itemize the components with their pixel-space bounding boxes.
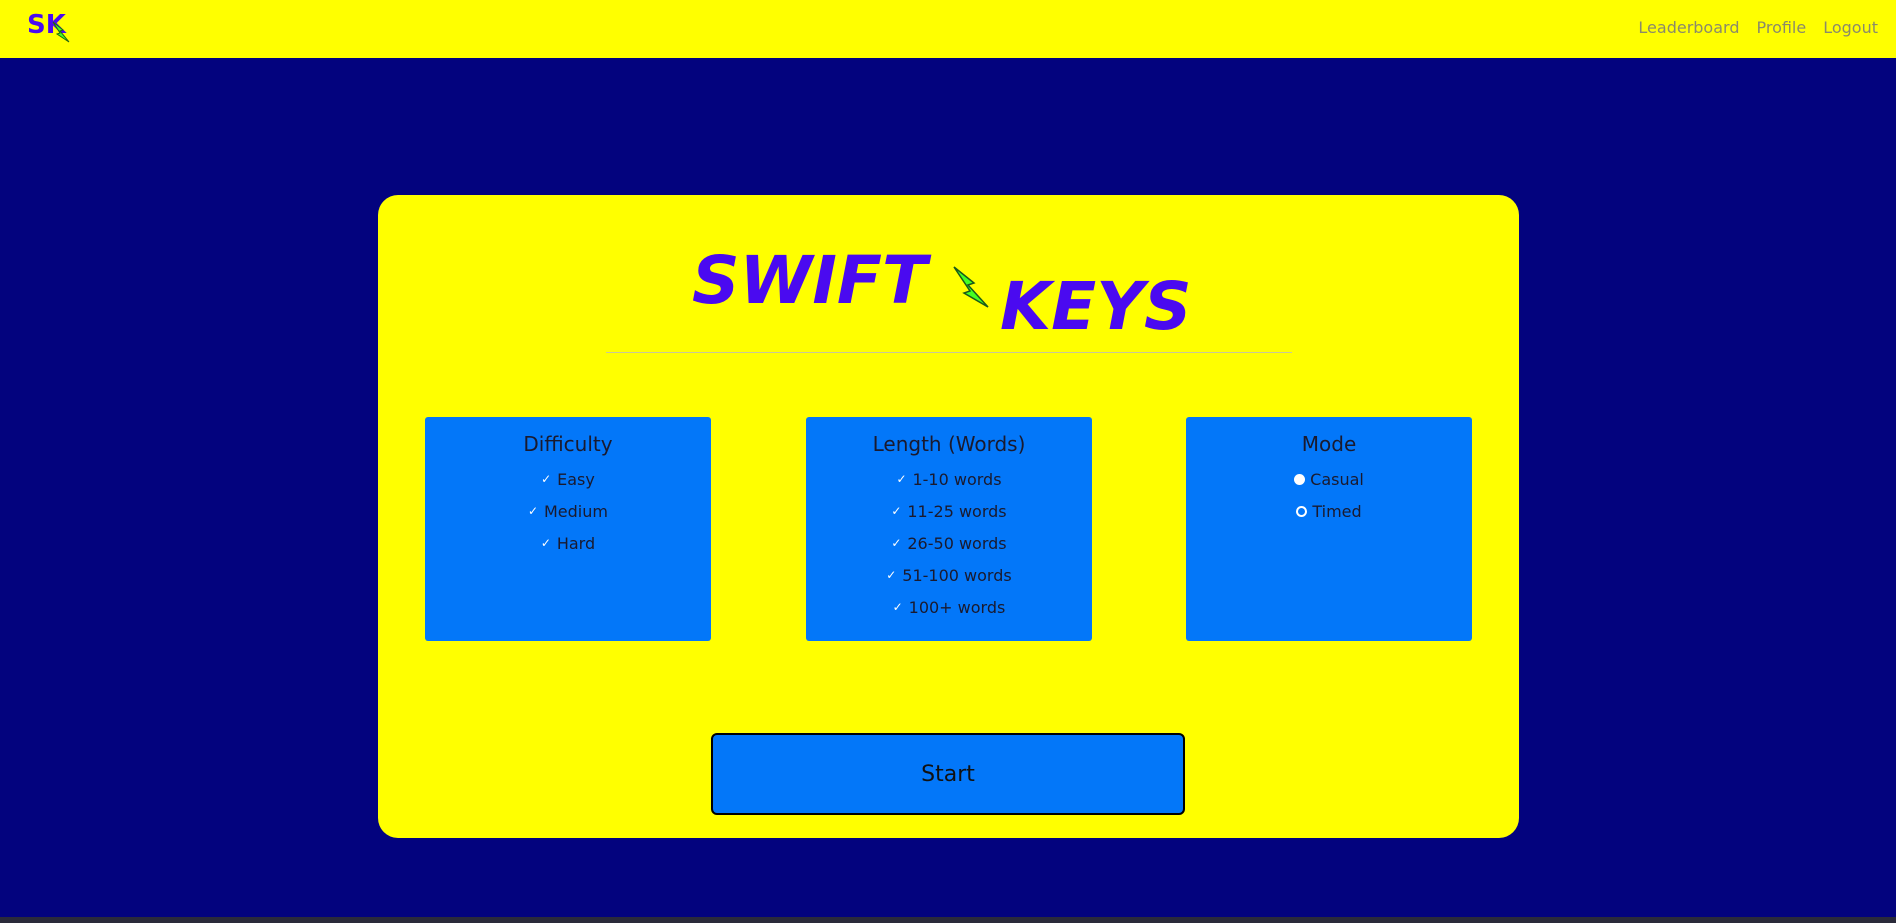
title-divider xyxy=(606,352,1292,353)
mode-option-casual[interactable]: Casual xyxy=(1186,463,1472,495)
checkmark-icon[interactable]: ✓ xyxy=(893,601,904,613)
logo-word-keys: KEYS xyxy=(1000,268,1192,335)
checkmark-icon[interactable]: ✓ xyxy=(891,537,902,549)
difficulty-option-medium[interactable]: ✓ Medium xyxy=(425,495,711,527)
logo-word-swift: SWIFT xyxy=(692,245,932,319)
settings-card: SWIFT KEYS Difficulty ✓ Easy ✓ Medium ✓ … xyxy=(378,195,1519,838)
option-label: Medium xyxy=(544,501,608,521)
length-title: Length (Words) xyxy=(872,432,1026,456)
top-navbar: SK Leaderboard Profile Logout xyxy=(0,0,1896,58)
lightning-bolt-icon xyxy=(953,266,989,308)
option-label: Easy xyxy=(557,469,595,489)
difficulty-option-easy[interactable]: ✓ Easy xyxy=(425,463,711,495)
difficulty-option-hard[interactable]: ✓ Hard xyxy=(425,527,711,559)
start-button[interactable]: Start xyxy=(711,733,1185,815)
checkmark-icon[interactable]: ✓ xyxy=(896,473,907,485)
radio-button-selected[interactable] xyxy=(1296,505,1308,517)
length-option-26-50[interactable]: ✓ 26-50 words xyxy=(806,527,1092,559)
radio-button[interactable] xyxy=(1294,473,1306,485)
checkmark-icon[interactable]: ✓ xyxy=(528,505,539,517)
mode-option-timed[interactable]: Timed xyxy=(1186,495,1472,527)
length-option-11-25[interactable]: ✓ 11-25 words xyxy=(806,495,1092,527)
length-box: Length (Words) ✓ 1-10 words ✓ 11-25 word… xyxy=(806,417,1092,641)
checkmark-icon[interactable]: ✓ xyxy=(541,473,552,485)
nav-links: Leaderboard Profile Logout xyxy=(1638,18,1878,37)
checkmark-icon[interactable]: ✓ xyxy=(891,505,902,517)
mode-title: Mode xyxy=(1301,432,1357,456)
option-label: 11-25 words xyxy=(907,501,1007,521)
checkmark-icon[interactable]: ✓ xyxy=(886,569,897,581)
option-label: Timed xyxy=(1312,501,1362,521)
swift-keys-logo: SWIFT KEYS xyxy=(692,245,1192,335)
mode-box: Mode Casual Timed xyxy=(1186,417,1472,641)
option-label: 51-100 words xyxy=(902,565,1012,585)
option-label: 100+ words xyxy=(908,597,1006,617)
bottom-edge xyxy=(0,917,1896,923)
option-label: Casual xyxy=(1310,469,1364,489)
nav-link-profile[interactable]: Profile xyxy=(1756,18,1806,37)
nav-logo[interactable]: SK xyxy=(27,8,107,52)
option-label: 26-50 words xyxy=(907,533,1007,553)
checkmark-icon[interactable]: ✓ xyxy=(541,537,552,549)
length-option-100-plus[interactable]: ✓ 100+ words xyxy=(806,591,1092,623)
length-option-51-100[interactable]: ✓ 51-100 words xyxy=(806,559,1092,591)
length-option-1-10[interactable]: ✓ 1-10 words xyxy=(806,463,1092,495)
option-label: Hard xyxy=(556,533,596,553)
nav-link-logout[interactable]: Logout xyxy=(1823,18,1878,37)
option-label: 1-10 words xyxy=(912,469,1002,489)
difficulty-title: Difficulty xyxy=(523,432,613,456)
nav-link-leaderboard[interactable]: Leaderboard xyxy=(1638,18,1739,37)
difficulty-box: Difficulty ✓ Easy ✓ Medium ✓ Hard xyxy=(425,417,711,641)
